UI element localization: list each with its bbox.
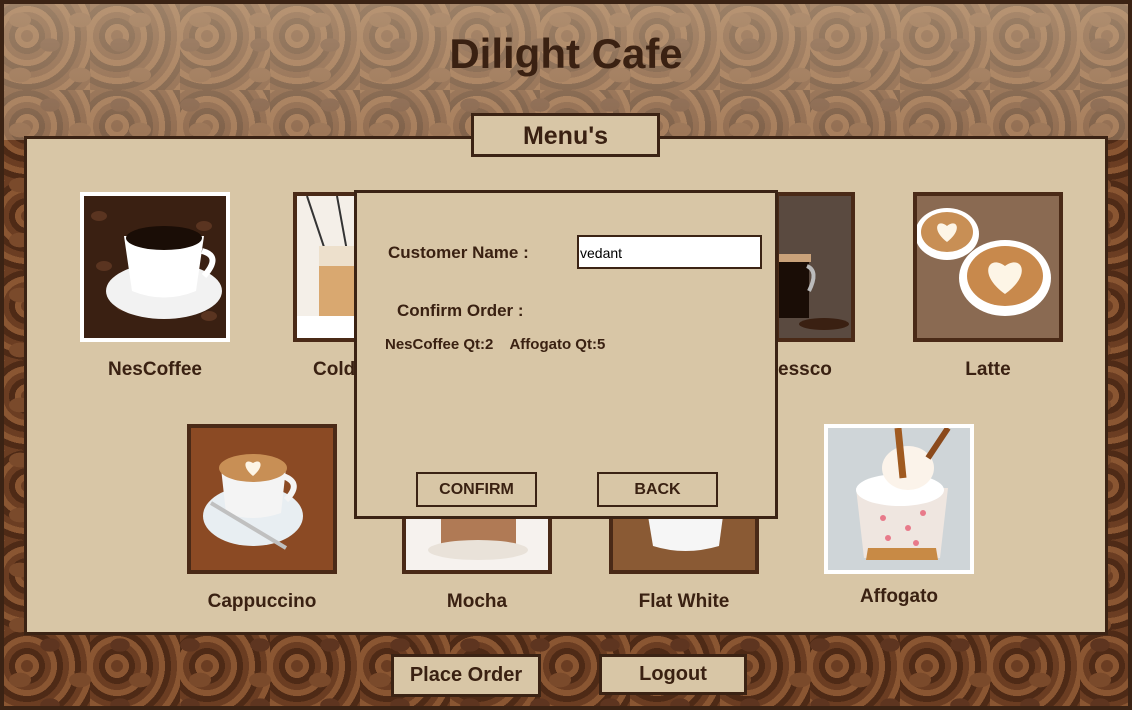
app-title: Dilight Cafe bbox=[449, 30, 683, 77]
place-order-button[interactable]: Place Order bbox=[391, 654, 541, 697]
order-summary: NesCoffee Qt:2 Affogato Qt:5 bbox=[385, 336, 606, 353]
flat-white-image[interactable] bbox=[609, 516, 759, 574]
mocha-label: Mocha bbox=[446, 591, 508, 612]
confirm-order-label: Confirm Order : bbox=[397, 301, 524, 320]
customer-name-label: Customer Name : bbox=[388, 243, 529, 262]
affogato-image[interactable] bbox=[824, 424, 974, 574]
nescoffee-label: NesCoffee bbox=[108, 359, 202, 380]
flat-white-label: Flat White bbox=[638, 591, 730, 612]
latte-image[interactable] bbox=[913, 192, 1063, 342]
espresso-image[interactable] bbox=[775, 192, 855, 342]
cold-coffee-label: Cold bbox=[313, 359, 356, 380]
cold-coffee-image[interactable] bbox=[293, 192, 363, 342]
confirm-button[interactable]: CONFIRM bbox=[416, 472, 537, 507]
logout-button[interactable]: Logout bbox=[599, 654, 747, 695]
espresso-label: essco bbox=[778, 359, 832, 380]
confirm-order-dialog: Customer Name : Confirm Order : NesCoffe… bbox=[354, 190, 778, 519]
latte-label: Latte bbox=[965, 359, 1011, 380]
affogato-label: Affogato bbox=[859, 586, 939, 607]
cappuccino-image[interactable] bbox=[187, 424, 337, 574]
menu-tab: Menu's bbox=[471, 113, 660, 157]
customer-name-input[interactable] bbox=[577, 235, 762, 269]
back-button[interactable]: BACK bbox=[597, 472, 718, 507]
mocha-image[interactable] bbox=[402, 516, 552, 574]
cappuccino-label: Cappuccino bbox=[207, 591, 317, 612]
nescoffee-image[interactable] bbox=[80, 192, 230, 342]
